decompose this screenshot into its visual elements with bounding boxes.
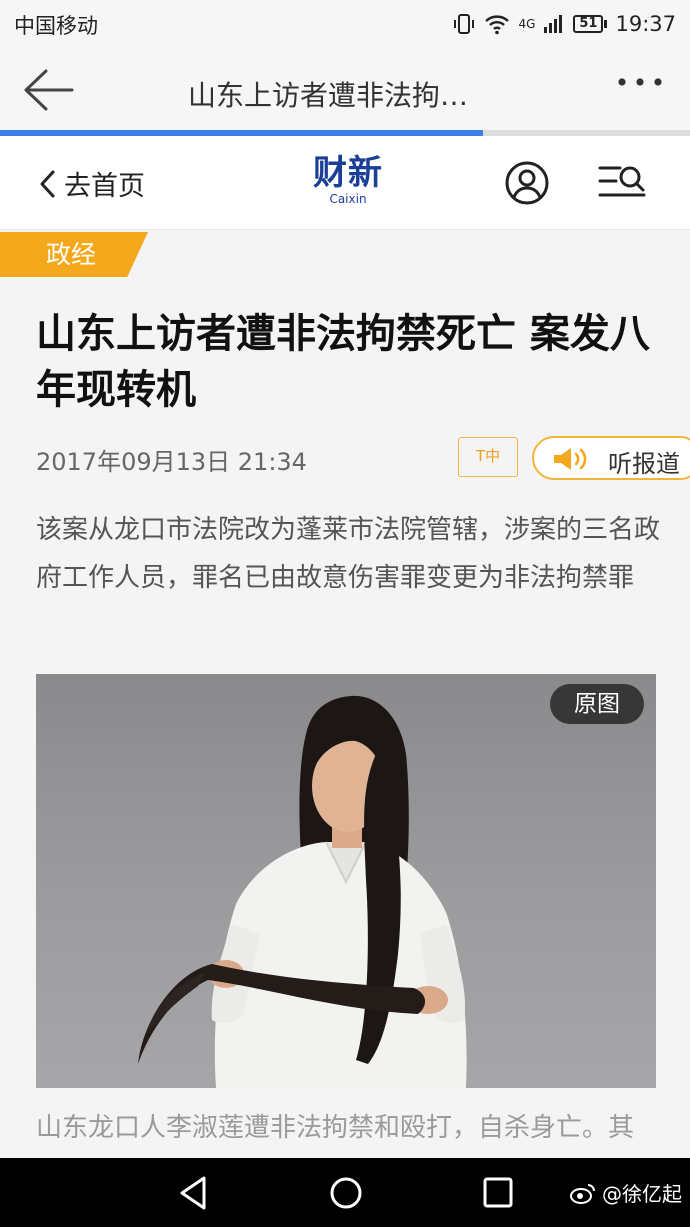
article: 政经 山东上访者遭非法拘禁死亡 案发八年现转机 2017年09月13日 21:3… <box>0 230 690 1160</box>
photo-caption: 山东龙口人李淑莲遭非法拘禁和殴打，自杀身亡。其女李文丛年来为母申冤，蓬发明志，图… <box>36 1113 635 1143</box>
home-link-label: 去首页 <box>64 171 145 202</box>
category-tag[interactable]: 政经 <box>0 232 148 277</box>
battery-level: 51 <box>573 15 604 33</box>
back-triangle-icon[interactable] <box>174 1174 214 1212</box>
clock: 19:37 <box>615 12 676 36</box>
carrier-name: 中国移动 <box>14 14 98 38</box>
menu-search-icon[interactable] <box>598 162 646 202</box>
home-link[interactable]: 去首页 <box>38 164 145 203</box>
browser-toolbar: 山东上访者遭非法拘… <box>0 48 690 130</box>
signal-icon <box>544 15 563 33</box>
article-headline: 山东上访者遭非法拘禁死亡 案发八年现转机 <box>36 311 650 413</box>
caixin-logo[interactable]: 财新 Caixin <box>302 154 394 206</box>
watermark-text: @徐亿起 <box>602 1182 682 1206</box>
recents-square-icon[interactable] <box>478 1174 518 1212</box>
article-photo[interactable]: 原图 <box>36 674 656 1088</box>
chevron-left-icon <box>40 170 55 197</box>
status-icons: 4G 51 19:37 <box>452 8 676 40</box>
wifi-icon <box>485 15 510 35</box>
battery-icon: 51 <box>573 15 608 33</box>
user-account-icon[interactable] <box>504 160 550 206</box>
listen-button-label: 听报道 <box>608 450 680 478</box>
network-type: 4G <box>518 17 536 31</box>
listen-button[interactable]: 听报道 <box>532 436 690 480</box>
page-title: 山东上访者遭非法拘… <box>188 79 469 112</box>
site-header: 去首页 财新 Caixin <box>0 136 690 230</box>
font-size-toggle-label: T中 <box>475 447 501 465</box>
article-summary: 该案从龙口市法院改为蓬莱市法院管辖，涉案的三名政府工作人员，罪名已由故意伤害罪变… <box>36 515 661 593</box>
font-size-toggle[interactable]: T中 <box>458 437 518 477</box>
home-circle-icon[interactable] <box>326 1174 366 1212</box>
logo-text-cn: 财新 <box>313 153 383 193</box>
system-nav-bar: @徐亿起 <box>0 1158 690 1227</box>
more-options-icon[interactable] <box>616 70 664 100</box>
speaker-icon <box>554 448 587 470</box>
status-bar: 中国移动 4G 51 19:37 <box>0 0 690 48</box>
logo-text-en: Caixin <box>329 192 367 206</box>
back-arrow-icon[interactable] <box>22 68 74 112</box>
woman-holding-hair-photo <box>138 695 467 1088</box>
view-original-button[interactable]: 原图 <box>550 684 644 724</box>
publish-date: 2017年09月13日 21:34 <box>36 448 307 476</box>
vibrate-icon <box>454 14 475 34</box>
weibo-watermark: @徐亿起 <box>570 1178 682 1207</box>
weibo-icon <box>570 1183 595 1204</box>
